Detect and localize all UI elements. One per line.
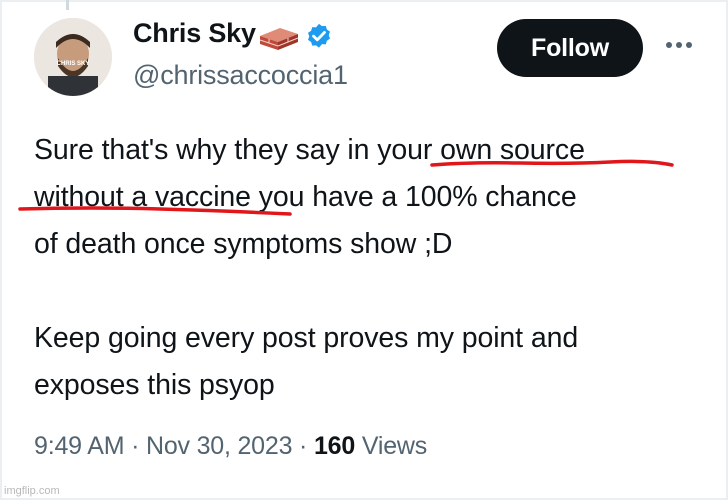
more-options-icon[interactable] — [664, 40, 694, 50]
views-count: 160 — [313, 432, 356, 460]
follow-button[interactable]: Follow — [497, 19, 643, 77]
avatar-text: CHRIS SKY — [57, 61, 90, 67]
tweet-date[interactable]: Nov 30, 2023 — [146, 432, 293, 460]
tweet-time[interactable]: 9:49 AM — [34, 432, 125, 460]
views-label: Views — [361, 432, 428, 460]
avatar[interactable]: CHRIS SKY — [34, 18, 112, 96]
tweet-body: Sure that's why they say in your own sou… — [34, 127, 704, 409]
author-handle[interactable]: @chrissaccoccia1 — [133, 60, 348, 91]
imgflip-watermark: imgflip.com — [4, 485, 60, 497]
tweet-text-line: without a vaccine you have a 100% chance — [34, 181, 577, 213]
avatar-image: CHRIS SKY — [34, 18, 112, 96]
meta-separator: · — [131, 432, 140, 460]
thread-connector-line — [66, 0, 69, 10]
brick-emoji-icon — [259, 28, 299, 50]
tweet-meta: 9:49 AM · Nov 30, 2023 · 160 Views — [34, 432, 427, 461]
meta-separator: · — [299, 432, 308, 460]
tweet-text-line: Sure that's why they say in your own sou… — [34, 134, 585, 166]
author-name[interactable]: Chris Sky — [133, 18, 256, 49]
tweet-text-line: Keep going every post proves my point an… — [34, 322, 579, 354]
verified-badge-icon — [308, 23, 330, 48]
tweet-text-line: exposes this psyop — [34, 369, 275, 401]
tweet-text-line: of death once symptoms show ;D — [34, 228, 453, 260]
